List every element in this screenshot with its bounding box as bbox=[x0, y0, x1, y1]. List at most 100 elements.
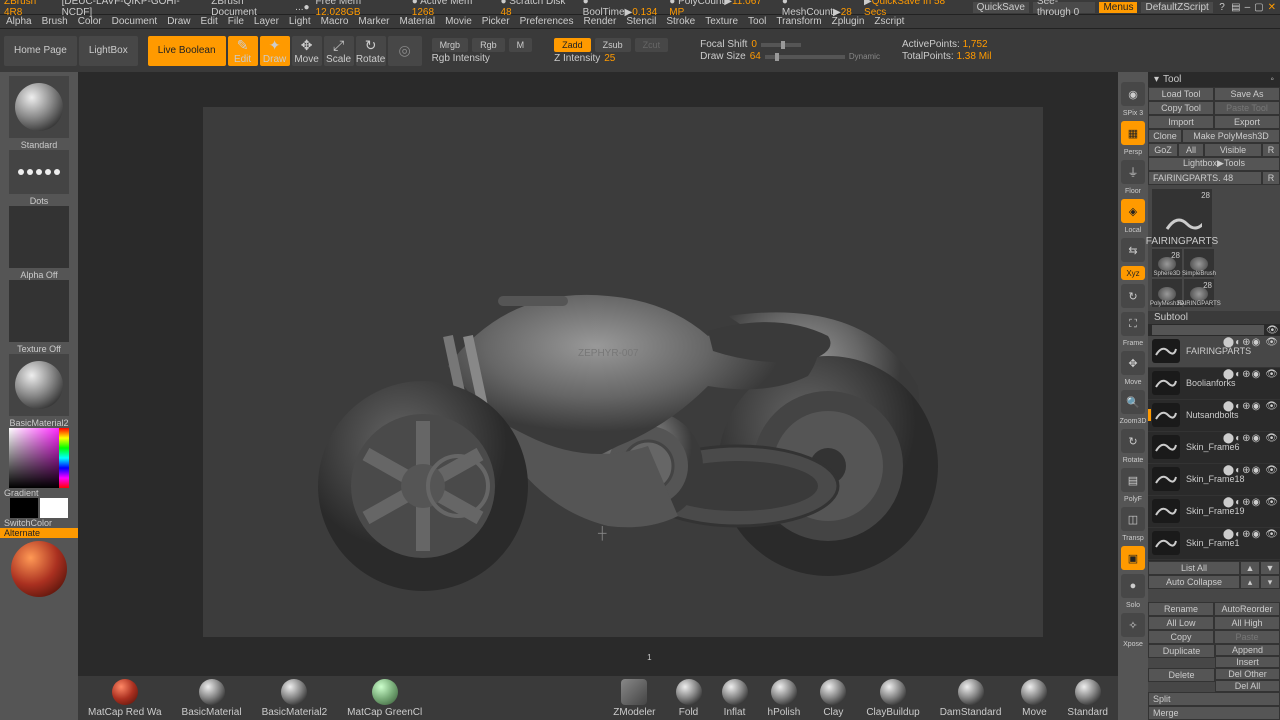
subtool-skin_frame19[interactable]: Skin_Frame19⬤◐⊕◉ 👁 bbox=[1148, 496, 1280, 528]
lightbox-button[interactable]: LightBox bbox=[79, 36, 138, 66]
menu-marker[interactable]: Marker bbox=[358, 16, 389, 27]
solo-button[interactable]: ● bbox=[1121, 574, 1145, 598]
gizmo-button[interactable]: ◎ bbox=[388, 36, 422, 66]
bpr-button[interactable]: ◉ bbox=[1121, 82, 1145, 106]
ghost-button[interactable]: ▣ bbox=[1121, 546, 1145, 570]
zadd-button[interactable]: Zadd bbox=[554, 38, 591, 52]
focal-shift-slider[interactable]: Focal Shift 0 bbox=[700, 39, 880, 50]
collapse-icon[interactable]: ▾ bbox=[1154, 74, 1159, 85]
shelf-brush-fold[interactable]: Fold bbox=[676, 679, 702, 718]
load-tool-button[interactable]: Load Tool bbox=[1148, 87, 1214, 101]
transp-button[interactable]: ◫ bbox=[1121, 507, 1145, 531]
canvas-move-button[interactable]: ✥ bbox=[1121, 351, 1145, 375]
persp-button[interactable]: ▦ bbox=[1121, 121, 1145, 145]
clone-button[interactable]: Clone bbox=[1148, 129, 1182, 143]
shelf-material-2[interactable]: BasicMaterial2 bbox=[262, 679, 328, 718]
xyz-button[interactable]: Xyz bbox=[1121, 266, 1145, 280]
menus-button[interactable]: Menus bbox=[1099, 2, 1137, 13]
mrgb-button[interactable]: Mrgb bbox=[432, 38, 469, 52]
shelf-material-1[interactable]: BasicMaterial bbox=[182, 679, 242, 718]
lightbox-tools-button[interactable]: Lightbox▶Tools bbox=[1148, 157, 1280, 171]
maximize-icon[interactable]: ▢ bbox=[1254, 2, 1263, 13]
menu-transform[interactable]: Transform bbox=[776, 16, 821, 27]
defaultzscript-button[interactable]: DefaultZScript bbox=[1141, 2, 1212, 13]
shelf-brush-standard[interactable]: Standard bbox=[1067, 679, 1108, 718]
primary-color[interactable] bbox=[40, 498, 68, 518]
shelf-brush-claybuildup[interactable]: ClayBuildup bbox=[866, 679, 919, 718]
subtool-nutsandbolts[interactable]: Nutsandbolts⬤◐⊕◉ 👁 bbox=[1148, 400, 1280, 432]
subtool-fairingparts[interactable]: FAIRINGPARTS⬤◐⊕◉ 👁 bbox=[1148, 336, 1280, 368]
scale-mode-button[interactable]: ⤢Scale bbox=[324, 36, 354, 66]
alternate-button[interactable]: Alternate bbox=[0, 528, 78, 538]
tool-preview-1[interactable]: SimpleBrush bbox=[1184, 249, 1214, 277]
edit-mode-button[interactable]: ✎Edit bbox=[228, 36, 258, 66]
canvas-rotate-button[interactable]: ↻ bbox=[1121, 429, 1145, 453]
subtool-seat[interactable]: Seat⬤◐⊕◉ 👁 bbox=[1148, 560, 1280, 561]
shelf-brush-move[interactable]: Move bbox=[1021, 679, 1047, 718]
menu-render[interactable]: Render bbox=[584, 16, 617, 27]
live-boolean-button[interactable]: Live Boolean bbox=[148, 36, 226, 66]
menu-document[interactable]: Document bbox=[112, 16, 158, 27]
shelf-brush-zmodeler[interactable]: 1ZModeler bbox=[613, 679, 655, 718]
shelf-brush-hpolish[interactable]: hPolish bbox=[768, 679, 801, 718]
linefill-button[interactable]: ▤ bbox=[1121, 468, 1145, 492]
menu-layer[interactable]: Layer bbox=[254, 16, 279, 27]
spix-slider[interactable]: SPix 3 bbox=[1123, 110, 1143, 117]
move-down-button[interactable]: ▼ bbox=[1260, 561, 1280, 575]
menu-light[interactable]: Light bbox=[289, 16, 311, 27]
m-button[interactable]: M bbox=[509, 38, 533, 52]
viewport[interactable]: ZEPHYR-007 ┼ bbox=[78, 72, 1118, 720]
texture-selector[interactable] bbox=[9, 280, 69, 342]
tool-preview-3[interactable]: 28FAIRINGPARTS bbox=[1184, 279, 1214, 307]
menu-brush[interactable]: Brush bbox=[42, 16, 68, 27]
switchcolor-button[interactable]: SwitchColor bbox=[0, 518, 78, 528]
zsub-button[interactable]: Zsub bbox=[595, 38, 631, 52]
autoreorder-button[interactable]: AutoReorder bbox=[1214, 602, 1280, 616]
stroke-selector[interactable] bbox=[9, 150, 69, 194]
subtool-skin_frame18[interactable]: Skin_Frame18⬤◐⊕◉ 👁 bbox=[1148, 464, 1280, 496]
menu-tool[interactable]: Tool bbox=[748, 16, 766, 27]
alpha-selector[interactable] bbox=[9, 206, 69, 268]
menu-file[interactable]: File bbox=[228, 16, 244, 27]
import-button[interactable]: Import bbox=[1148, 115, 1214, 129]
menu-draw[interactable]: Draw bbox=[167, 16, 190, 27]
secondary-color[interactable] bbox=[10, 498, 38, 518]
menu-color[interactable]: Color bbox=[78, 16, 102, 27]
xpose-button[interactable]: ✧ bbox=[1121, 613, 1145, 637]
zoom3d-button[interactable]: 🔍 bbox=[1121, 390, 1145, 414]
zintensity-slider[interactable]: Z Intensity 25 bbox=[554, 53, 668, 64]
floor-button[interactable]: ⏚ bbox=[1121, 160, 1145, 184]
tool-preview-0[interactable]: 28Sphere3D bbox=[1152, 249, 1182, 277]
shelf-material-3[interactable]: MatCap GreenCl bbox=[347, 679, 422, 718]
subtool-skin_frame6[interactable]: Skin_Frame6⬤◐⊕◉ 👁 bbox=[1148, 432, 1280, 464]
rename-button[interactable]: Rename bbox=[1148, 602, 1214, 616]
menu-stroke[interactable]: Stroke bbox=[666, 16, 695, 27]
menu-movie[interactable]: Movie bbox=[445, 16, 472, 27]
shelf-brush-clay[interactable]: Clay bbox=[820, 679, 846, 718]
shelf-brush-damstandard[interactable]: DamStandard bbox=[940, 679, 1002, 718]
move-up-button[interactable]: ▲ bbox=[1240, 561, 1260, 575]
subtool-boolianforks[interactable]: Boolianforks⬤◐⊕◉ 👁 bbox=[1148, 368, 1280, 400]
draw-mode-button[interactable]: ✦Draw bbox=[260, 36, 290, 66]
seethrough-slider[interactable]: See-through 0 bbox=[1033, 2, 1096, 13]
menu-texture[interactable]: Texture bbox=[705, 16, 738, 27]
rgb-button[interactable]: Rgb bbox=[472, 38, 505, 52]
current-tool[interactable]: FAIRINGPARTS. 48 bbox=[1148, 171, 1262, 185]
make-polymesh-button[interactable]: Make PolyMesh3D bbox=[1182, 129, 1280, 143]
tool-preview-main[interactable]: 28FAIRINGPARTS bbox=[1152, 189, 1212, 247]
shelf-material-0[interactable]: MatCap Red Wa bbox=[88, 679, 162, 718]
brush-selector[interactable] bbox=[9, 76, 69, 138]
draw-size-slider[interactable]: Draw Size 64Dynamic bbox=[700, 51, 880, 62]
quicksave-button[interactable]: QuickSave bbox=[973, 2, 1029, 13]
frame-button[interactable]: ⛶ bbox=[1121, 312, 1145, 336]
subtool-skin_frame1[interactable]: Skin_Frame1⬤◐⊕◉ 👁 bbox=[1148, 528, 1280, 560]
goz-button[interactable]: GoZ bbox=[1148, 143, 1178, 157]
export-button[interactable]: Export bbox=[1214, 115, 1280, 129]
copy-tool-button[interactable]: Copy Tool bbox=[1148, 101, 1214, 115]
shelf-brush-inflat[interactable]: Inflat bbox=[722, 679, 748, 718]
panel-close-icon[interactable]: ◦ bbox=[1270, 74, 1274, 85]
rotate-mode-button[interactable]: ↻Rotate bbox=[356, 36, 386, 66]
color-sphere[interactable] bbox=[9, 538, 69, 600]
subtool-header[interactable]: Subtool bbox=[1148, 311, 1280, 324]
menu-alpha[interactable]: Alpha bbox=[6, 16, 32, 27]
